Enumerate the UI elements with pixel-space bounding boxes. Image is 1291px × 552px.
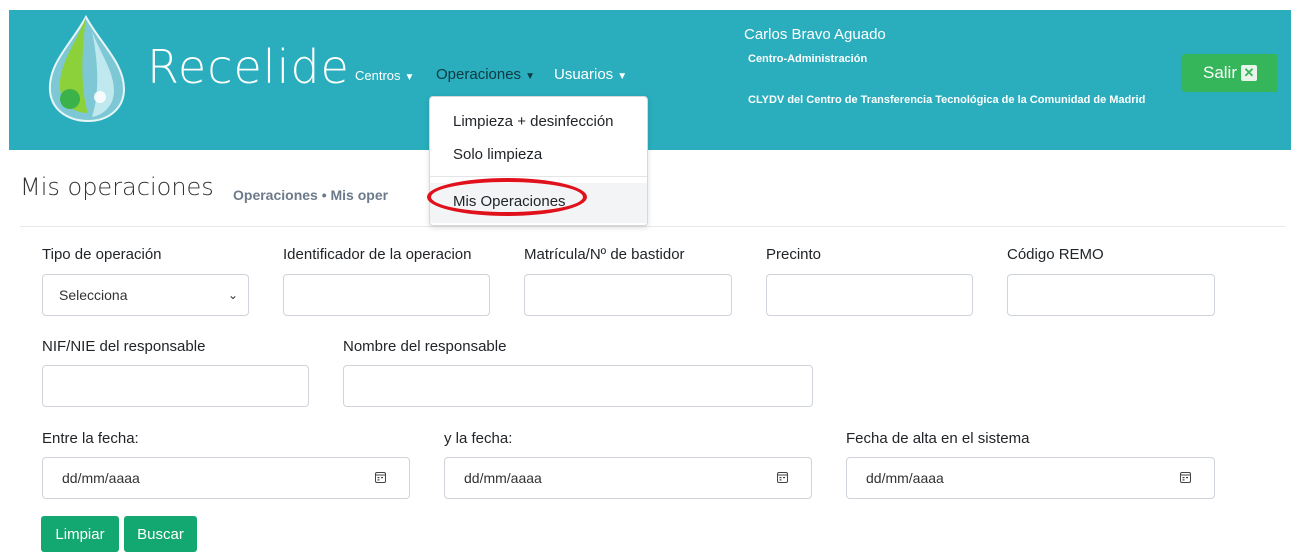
caret-down-icon: ▼	[404, 72, 415, 83]
user-role: Centro-Administración	[748, 53, 868, 65]
matricula-input[interactable]	[524, 274, 732, 316]
caret-down-icon: ▼	[525, 71, 535, 82]
user-organization: CLYDV del Centro de Transferencia Tecnol…	[748, 94, 1146, 106]
codigo-remo-label: Código REMO	[1007, 246, 1104, 263]
close-icon: ✕	[1241, 65, 1257, 81]
logout-label: Salir	[1202, 63, 1237, 82]
fecha-alta-label: Fecha de alta en el sistema	[846, 430, 1030, 447]
breadcrumb[interactable]: Operaciones • Mis oper	[233, 187, 388, 203]
identificador-label: Identificador de la operacion	[283, 246, 472, 263]
codigo-remo-input[interactable]	[1007, 274, 1215, 316]
nav-centros[interactable]: Centros ▼	[355, 68, 414, 83]
menu-divider	[430, 176, 647, 177]
precinto-label: Precinto	[766, 246, 822, 263]
fecha-hasta-label: y la fecha:	[444, 430, 513, 447]
nav-centros-label: Centros	[355, 68, 401, 83]
date-placeholder: dd/mm/aaaa	[866, 470, 944, 486]
precinto-input[interactable]	[766, 274, 973, 316]
page-title: Mis operaciones	[20, 173, 214, 201]
nav-usuarios[interactable]: Usuarios ▼	[554, 66, 627, 83]
buscar-button[interactable]: Buscar	[124, 516, 197, 552]
matricula-label: Matrícula/Nº de bastidor	[524, 246, 685, 263]
tipo-operacion-value: Selecciona	[59, 287, 128, 303]
nav-usuarios-label: Usuarios	[554, 66, 614, 83]
date-placeholder: dd/mm/aaaa	[62, 470, 140, 486]
calendar-icon[interactable]	[375, 471, 386, 483]
top-header: Recelide Centros ▼ Operaciones ▼ Usuarios ▼…	[9, 10, 1291, 150]
tipo-operacion-label: Tipo de operación	[42, 246, 162, 263]
nav-operaciones[interactable]: Operaciones ▼	[436, 66, 535, 83]
nombre-responsable-label: Nombre del responsable	[343, 338, 507, 355]
recelide-logo	[48, 14, 126, 123]
calendar-icon[interactable]	[1180, 471, 1191, 483]
fecha-desde-input[interactable]: dd/mm/aaaa	[42, 457, 410, 499]
menu-item-limpieza-desinfeccion[interactable]: Limpieza + desinfección	[453, 113, 614, 130]
fecha-alta-input[interactable]: dd/mm/aaaa	[846, 457, 1215, 499]
brand-name[interactable]: Recelide	[147, 40, 350, 94]
chevron-down-icon: ⌄	[227, 288, 238, 302]
limpiar-button[interactable]: Limpiar	[41, 516, 119, 552]
fecha-desde-label: Entre la fecha:	[42, 430, 139, 447]
calendar-icon[interactable]	[777, 471, 788, 483]
identificador-input[interactable]	[283, 274, 490, 316]
user-name: Carlos Bravo Aguado	[744, 26, 886, 43]
nif-label: NIF/NIE del responsable	[42, 338, 206, 355]
date-placeholder: dd/mm/aaaa	[464, 470, 542, 486]
menu-item-solo-limpieza[interactable]: Solo limpieza	[453, 146, 542, 163]
logout-button[interactable]: Salir ✕	[1182, 54, 1278, 92]
nav-operaciones-label: Operaciones	[436, 66, 522, 83]
nombre-responsable-input[interactable]	[343, 365, 813, 407]
highlight-annotation	[427, 178, 587, 216]
nif-input[interactable]	[42, 365, 309, 407]
fecha-hasta-input[interactable]: dd/mm/aaaa	[444, 457, 812, 499]
caret-down-icon: ▼	[617, 71, 628, 82]
divider	[20, 226, 1285, 227]
tipo-operacion-select[interactable]: Selecciona ⌄	[42, 274, 249, 316]
